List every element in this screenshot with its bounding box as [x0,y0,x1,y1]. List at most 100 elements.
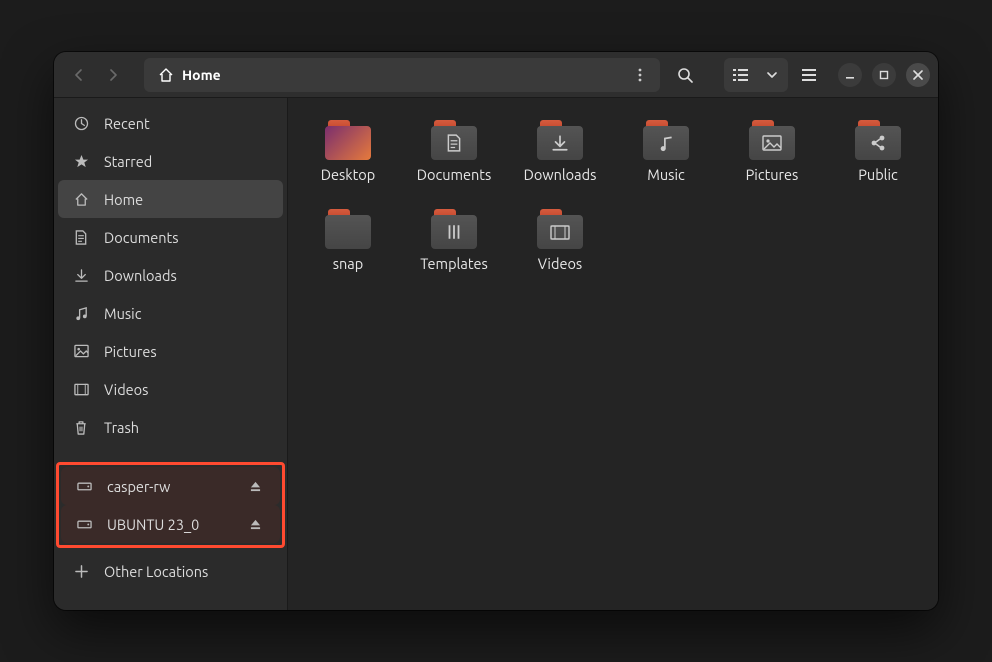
sidebar-item-label: Home [104,191,269,208]
hamburger-menu-button[interactable] [792,58,826,92]
folder-view[interactable]: Desktop Documents Downloads Music Pictur… [288,98,938,610]
folder-item[interactable]: Public [828,116,928,187]
sidebar-item-label: Recent [104,115,269,132]
search-icon [677,67,693,83]
sidebar-item-label: Trash [104,419,269,436]
folder-item[interactable]: Documents [404,116,504,187]
sidebar-item-label: Pictures [104,343,269,360]
view-switcher [724,58,788,92]
path-label: Home [182,67,221,83]
download-icon [72,268,90,283]
folder-icon [431,209,477,249]
sidebar-item-label: Music [104,305,269,322]
sidebar-item-label: Documents [104,229,269,246]
chevron-right-icon [107,69,119,81]
folder-item[interactable]: Videos [510,205,610,276]
folder-label: Videos [538,255,582,272]
star-icon [72,154,90,169]
home-icon [72,192,90,207]
mounts-highlight: casper-rw UBUNTU 23_0 [56,462,285,548]
sidebar-item-label: Starred [104,153,269,170]
folder-item[interactable]: Downloads [510,116,610,187]
music-icon [72,306,90,321]
folder-icon [855,120,901,160]
folder-icon [643,120,689,160]
folder-label: Pictures [746,166,799,183]
folder-label: Documents [417,166,492,183]
home-icon [158,67,174,83]
sidebar-item-downloads[interactable]: Downloads [58,256,283,294]
pathbar[interactable]: Home [144,58,660,92]
sidebar-item-label: Other Locations [104,563,269,580]
close-icon [913,70,923,80]
clock-icon [72,116,90,131]
folder-label: snap [333,255,364,272]
folder-grid: Desktop Documents Downloads Music Pictur… [298,116,928,276]
close-button[interactable] [906,63,930,87]
sidebar-item-label: Downloads [104,267,269,284]
folder-icon [325,209,371,249]
folder-label: Desktop [321,166,375,183]
sidebar-mount-ubuntu[interactable]: UBUNTU 23_0 [61,505,280,543]
sidebar-item-pictures[interactable]: Pictures [58,332,283,370]
chevron-left-icon [73,69,85,81]
folder-item[interactable]: snap [298,205,398,276]
folder-item[interactable]: Desktop [298,116,398,187]
headerbar: Home [54,52,938,98]
list-icon [733,69,748,81]
document-icon [72,230,90,245]
sidebar-other-locations[interactable]: Other Locations [58,552,283,590]
folder-label: Downloads [524,166,597,183]
sidebar-item-label: Videos [104,381,269,398]
kebab-icon [638,68,642,82]
maximize-button[interactable] [872,63,896,87]
sidebar-mount-casper-rw[interactable]: casper-rw [61,467,280,505]
minimize-icon [845,70,855,80]
view-options-button[interactable] [756,58,788,92]
sidebar-item-music[interactable]: Music [58,294,283,332]
window-controls [838,63,930,87]
folder-icon [537,209,583,249]
folder-item[interactable]: Music [616,116,716,187]
sidebar-item-home[interactable]: Home [58,180,283,218]
pathbar-menu-button[interactable] [626,61,654,89]
maximize-icon [879,70,889,80]
nav-buttons [62,58,130,92]
folder-label: Templates [420,255,488,272]
sidebar-item-label: UBUNTU 23_0 [107,516,236,533]
chevron-down-icon [767,72,777,78]
sidebar-item-trash[interactable]: Trash [58,408,283,446]
forward-button[interactable] [96,58,130,92]
video-icon [72,383,90,396]
eject-button[interactable] [250,519,266,530]
window-body: Recent Starred Home Documents Downloads … [54,98,938,610]
sidebar-item-label: casper-rw [107,478,236,495]
back-button[interactable] [62,58,96,92]
sidebar: Recent Starred Home Documents Downloads … [54,98,288,610]
header-right [668,58,930,92]
sidebar-item-recent[interactable]: Recent [58,104,283,142]
folder-label: Music [647,166,684,183]
drive-icon [75,518,93,530]
eject-button[interactable] [250,481,266,492]
folder-icon [325,120,371,160]
hamburger-icon [802,69,816,81]
folder-item[interactable]: Pictures [722,116,822,187]
folder-icon [431,120,477,160]
plus-icon [72,565,90,578]
path-segment-home[interactable]: Home [150,67,229,83]
search-button[interactable] [668,58,702,92]
file-manager-window: Home [54,52,938,610]
picture-icon [72,344,90,358]
folder-item[interactable]: Templates [404,205,504,276]
drive-icon [75,480,93,492]
trash-icon [72,420,90,435]
sidebar-item-starred[interactable]: Starred [58,142,283,180]
folder-label: Public [858,166,898,183]
minimize-button[interactable] [838,63,862,87]
sidebar-item-documents[interactable]: Documents [58,218,283,256]
list-view-button[interactable] [724,58,756,92]
folder-icon [749,120,795,160]
folder-icon [537,120,583,160]
sidebar-item-videos[interactable]: Videos [58,370,283,408]
